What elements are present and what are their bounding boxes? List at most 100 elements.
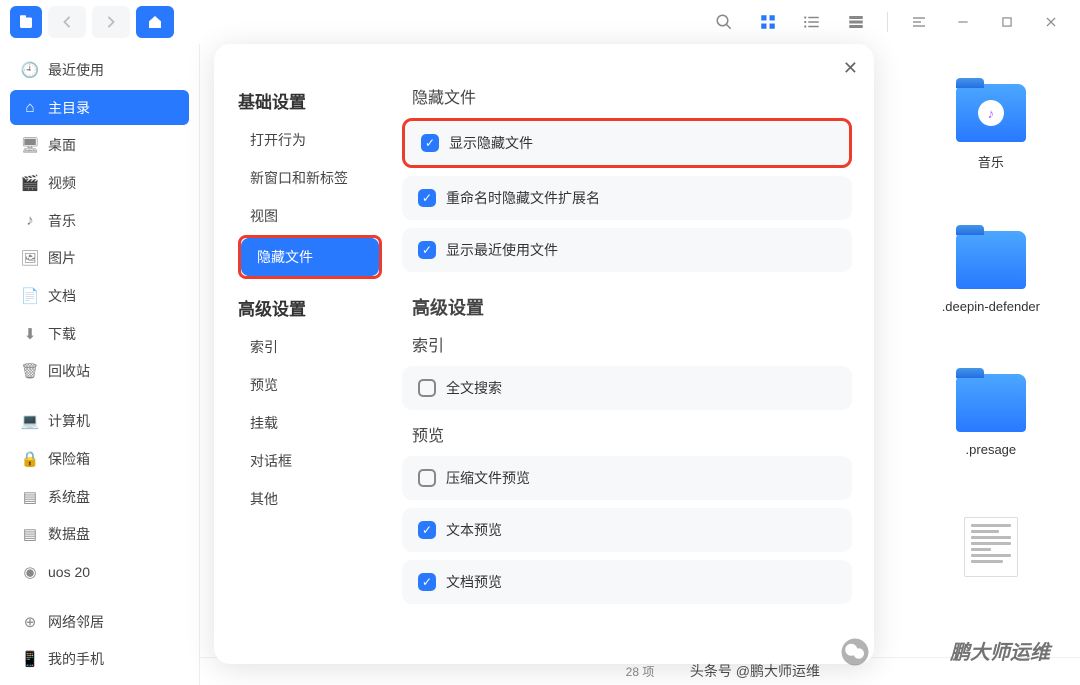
home-button[interactable] [136,6,174,38]
sidebar-item-label: 下载 [48,324,76,344]
checkbox-icon: ✓ [421,134,439,152]
settings-nav-index[interactable]: 索引 [234,328,382,366]
option-label: 全文搜索 [446,378,502,398]
grid-view-icon[interactable] [749,6,787,38]
titlebar [0,0,1080,44]
doc-icon: 📄 [22,288,38,304]
settings-nav-view[interactable]: 视图 [234,197,382,235]
sidebar-item-documents[interactable]: 📄 文档 [10,278,189,314]
vault-icon: 🔒 [22,451,38,467]
sidebar: 🕘最近使用 ⌂主目录 🖥桌面 🎬视频 ♪音乐 🖼图片 📄文档 ⬇下载 🗑回收站 … [0,44,200,685]
sidebar-item-label: 保险箱 [48,449,90,469]
sidebar-item-downloads[interactable]: ⬇ 下载 [10,316,189,352]
section-title-index: 索引 [412,332,852,356]
option-label: 重命名时隐藏文件扩展名 [446,188,600,208]
sidebar-item-videos[interactable]: 🎬视频 [10,165,189,201]
settings-content: 隐藏文件 ✓ 显示隐藏文件 ✓ 重命名时隐藏文件扩展名 ✓ 显示最近使用文件 高… [394,44,874,664]
settings-nav-hidden-files[interactable]: 隐藏文件 [241,238,379,276]
option-show-recent-files[interactable]: ✓ 显示最近使用文件 [402,228,852,272]
search-icon[interactable] [705,6,743,38]
settings-nav-section-advanced: 高级设置 [238,295,394,320]
music-icon: ♪ [22,213,38,229]
folder-icon: ♪ [956,84,1026,142]
close-button[interactable] [1032,6,1070,38]
sidebar-item-music[interactable]: ♪ 音乐 [10,203,189,239]
desktop-icon: 🖥 [22,137,38,153]
watermark-subtext: 头条号 @鹏大师运维 [690,661,820,681]
sidebar-item-phone[interactable]: 📱我的手机 [10,641,189,677]
sidebar-item-computer[interactable]: 💻 计算机 [10,403,189,439]
sidebar-item-label: 音乐 [48,211,76,231]
trash-icon: 🗑 [22,363,38,379]
forward-button[interactable] [92,6,130,38]
folder-icon [956,231,1026,289]
option-show-hidden-files[interactable]: ✓ 显示隐藏文件 [402,118,852,168]
settings-dialog: ✕ 基础设置 打开行为 新窗口和新标签 视图 隐藏文件 高级设置 索引 预览 挂… [214,44,874,664]
sidebar-item-system-disk[interactable]: ▤ 系统盘 [10,479,189,515]
section-title-hidden-files: 隐藏文件 [412,84,852,108]
minimize-button[interactable] [944,6,982,38]
clock-icon: 🕘 [22,62,38,78]
list-view-icon[interactable] [793,6,831,38]
sidebar-item-label: 我的手机 [48,649,104,669]
back-button[interactable] [48,6,86,38]
option-hide-extension-on-rename[interactable]: ✓ 重命名时隐藏文件扩展名 [402,176,852,220]
settings-nav-preview[interactable]: 预览 [234,366,382,404]
sidebar-item-data-disk[interactable]: ▤ 数据盘 [10,516,189,552]
settings-nav-other[interactable]: 其他 [234,480,382,518]
option-document-preview[interactable]: ✓ 文档预览 [402,560,852,604]
sidebar-item-label: uos 20 [48,564,90,580]
checkbox-icon: ✓ [418,189,436,207]
option-label: 显示隐藏文件 [449,133,533,153]
sidebar-item-pictures[interactable]: 🖼 图片 [10,241,189,277]
file-item[interactable]: ♪ 音乐 [956,84,1026,171]
maximize-button[interactable] [988,6,1026,38]
menu-icon[interactable] [900,6,938,38]
sidebar-item-label: 文档 [48,286,76,306]
sidebar-item-label: 计算机 [48,411,90,431]
file-item[interactable]: .deepin-defender [942,231,1040,314]
computer-icon: 💻 [22,413,38,429]
sidebar-item-label: 数据盘 [48,524,90,544]
settings-nav-mount[interactable]: 挂载 [234,404,382,442]
disk-icon: ▤ [22,526,38,542]
file-item[interactable]: .presage [956,374,1026,457]
disk-icon: ▤ [22,489,38,505]
sidebar-item-vault[interactable]: 🔒 保险箱 [10,441,189,477]
settings-nav-section-basic: 基础设置 [238,88,394,113]
sidebar-item-label: 图片 [48,248,76,268]
close-icon[interactable]: ✕ [843,58,858,79]
watermark-text: 鹏大师运维 [950,636,1050,665]
file-item[interactable] [964,517,1018,577]
checkbox-icon: ✓ [418,521,436,539]
option-text-preview[interactable]: ✓ 文本预览 [402,508,852,552]
settings-nav-new-window[interactable]: 新窗口和新标签 [234,159,382,197]
detail-view-icon[interactable] [837,6,875,38]
item-count: 28 项 [626,663,655,680]
app-logo [10,6,42,38]
sidebar-item-label: 系统盘 [48,487,90,507]
section-title-preview: 预览 [412,422,852,446]
option-archive-preview[interactable]: 压缩文件预览 [402,456,852,500]
sidebar-item-recent[interactable]: 🕘最近使用 [10,52,189,88]
sidebar-item-desktop[interactable]: 🖥桌面 [10,127,189,163]
sidebar-item-trash[interactable]: 🗑回收站 [10,354,189,390]
settings-nav-open-behavior[interactable]: 打开行为 [234,121,382,159]
folder-icon [956,374,1026,432]
text-file-icon [964,517,1018,577]
checkbox-icon [418,469,436,487]
sidebar-item-network[interactable]: ⊕网络邻居 [10,604,189,640]
image-icon: 🖼 [22,250,38,266]
sidebar-item-label: 网络邻居 [48,612,104,632]
file-name: .presage [966,442,1017,457]
settings-nav-dialog[interactable]: 对话框 [234,442,382,480]
option-fulltext-search[interactable]: 全文搜索 [402,366,852,410]
option-label: 显示最近使用文件 [446,240,558,260]
sidebar-item-home[interactable]: ⌂主目录 [10,90,189,126]
download-icon: ⬇ [22,326,38,342]
settings-nav: 基础设置 打开行为 新窗口和新标签 视图 隐藏文件 高级设置 索引 预览 挂载 … [214,44,394,664]
sidebar-item-label: 视频 [48,173,76,193]
file-name: .deepin-defender [942,299,1040,314]
home-icon: ⌂ [22,100,38,116]
sidebar-item-uos20[interactable]: ◉uos 20 [10,554,189,590]
